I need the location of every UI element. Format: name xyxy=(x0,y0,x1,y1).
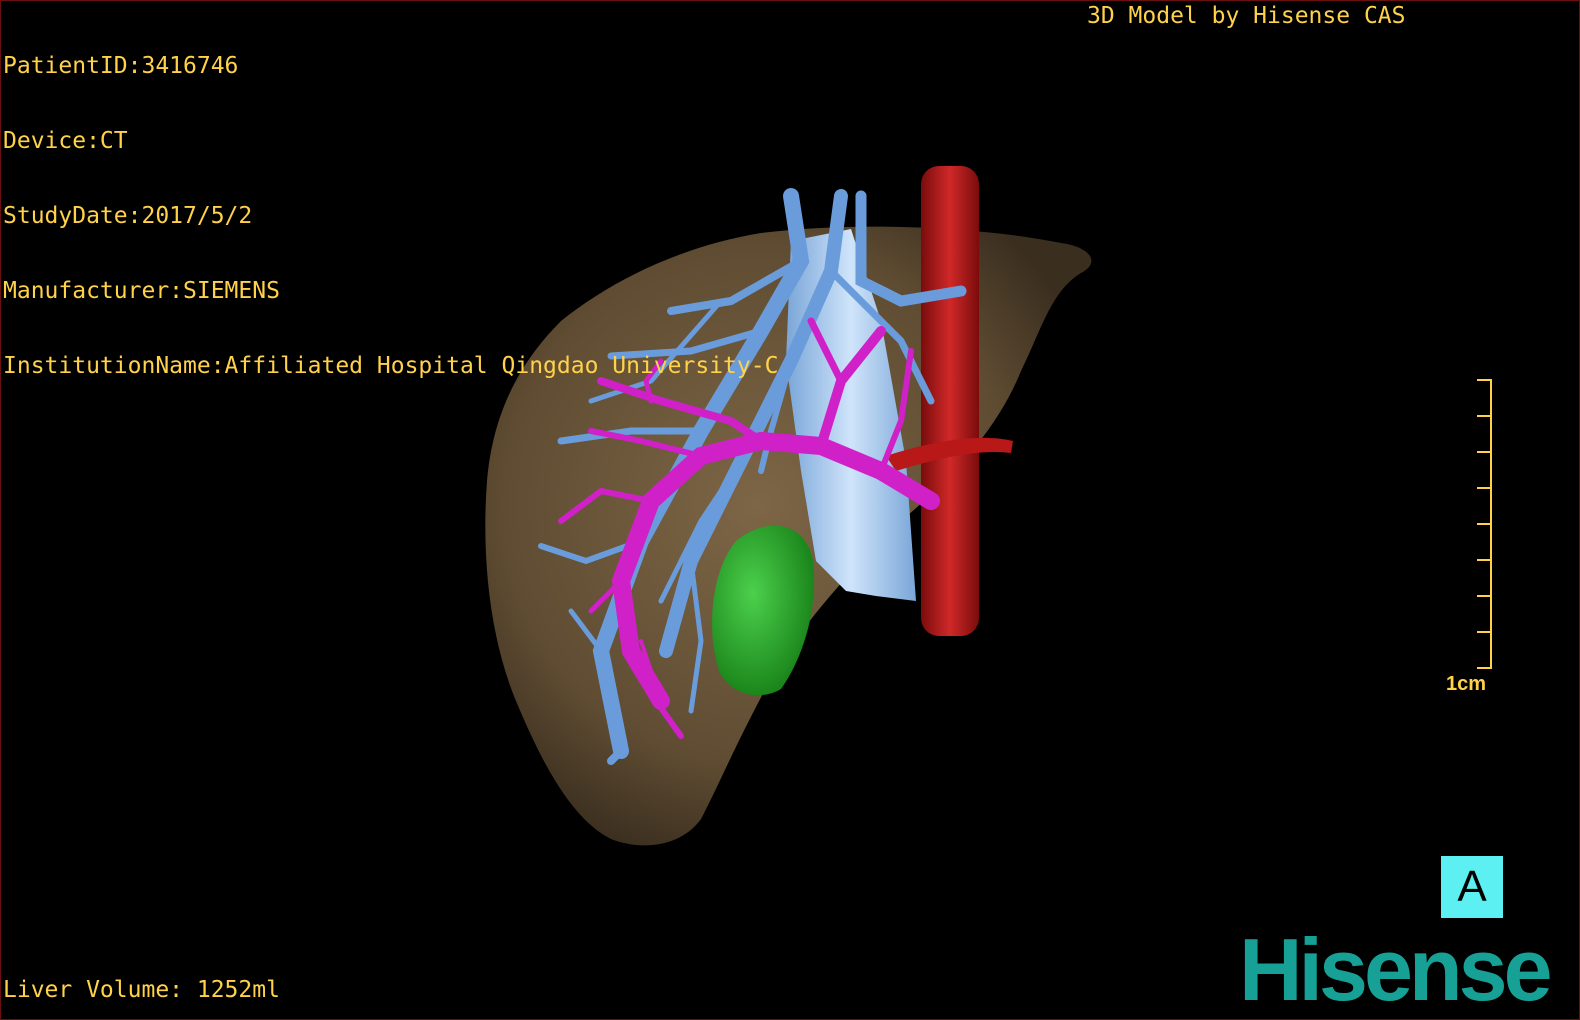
study-date-text: StudyDate:2017/5/2 xyxy=(3,203,253,229)
liver-volume-text: Liver Volume: 1252ml xyxy=(3,977,280,1003)
patient-info-overlay: PatientID:3416746 Device:CT StudyDate:20… xyxy=(3,4,778,429)
orientation-indicator[interactable]: A xyxy=(1441,856,1503,918)
model-caption: 3D Model by Hisense CAS xyxy=(1087,3,1406,29)
manufacturer-text: Manufacturer:SIEMENS xyxy=(3,278,280,304)
patient-id-text: PatientID:3416746 xyxy=(3,53,239,79)
institution-text: InstitutionName:Affiliated Hospital Qing… xyxy=(3,353,779,379)
3d-viewport[interactable]: PatientID:3416746 Device:CT StudyDate:20… xyxy=(0,0,1580,1020)
device-text: Device:CT xyxy=(3,128,128,154)
scale-bar-label: 1cm xyxy=(1446,673,1487,695)
orientation-label: A xyxy=(1457,862,1487,911)
scale-bar xyxy=(1477,379,1492,669)
hisense-logo: Hisense xyxy=(1239,920,1553,1019)
